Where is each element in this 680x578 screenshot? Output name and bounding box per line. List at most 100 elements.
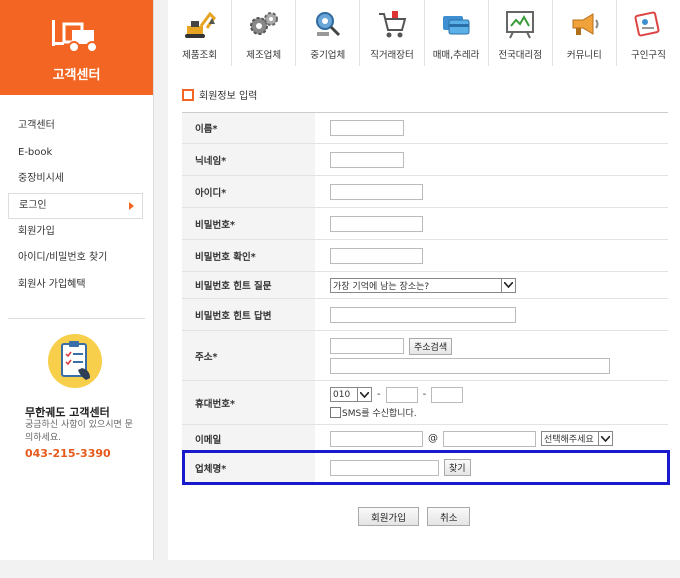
label-password-confirm: 비밀번호 확인* xyxy=(182,240,315,271)
hint-question-select[interactable]: 가장 기억에 남는 장소는? xyxy=(330,277,516,293)
sidebar-item-login[interactable]: 로그인 xyxy=(8,192,143,219)
section-title-text: 회원정보 입력 xyxy=(199,91,258,102)
nav-label: 직거래장터 xyxy=(370,50,414,61)
cs-title: 무한궤도 고객센터 xyxy=(25,406,110,419)
cart-icon xyxy=(378,11,407,38)
nickname-input[interactable] xyxy=(330,151,404,168)
cards-icon xyxy=(443,16,470,35)
label-email: 이메일 xyxy=(182,425,315,452)
at-symbol: @ xyxy=(428,433,438,444)
nav-item-jobs[interactable]: 구인구직 xyxy=(615,0,680,66)
mobile-prefix-selected: 010 xyxy=(333,389,351,400)
row-hint-answer: 비밀번호 힌트 답변 xyxy=(182,299,668,331)
id-card-icon xyxy=(634,11,660,37)
main-content: 회원정보 입력 이름* 닉네임* 아이디* 비밀번호* 비밀번호 확인* 비밀번… xyxy=(168,66,680,560)
name-input[interactable] xyxy=(330,120,404,136)
nav-label: 커뮤니티 xyxy=(566,50,602,61)
sidebar: 고객센터 고객센터 E-book 중장비시세 로그인 회원가입 아이디/비밀번호… xyxy=(0,0,154,560)
email-domain-input[interactable] xyxy=(443,430,536,447)
row-name: 이름* xyxy=(182,113,668,144)
sidebar-divider xyxy=(8,318,145,319)
label-hint-answer: 비밀번호 힌트 답변 xyxy=(182,299,315,330)
email-local-input[interactable] xyxy=(330,430,423,447)
chevron-down-icon xyxy=(598,432,612,445)
signup-form: 이름* 닉네임* 아이디* 비밀번호* 비밀번호 확인* 비밀번호 힌트 질문 … xyxy=(182,112,668,483)
row-mobile: 휴대번호* 010 - - SMS를 수신합니다. xyxy=(182,381,668,425)
sms-label: SMS를 수신합니다. xyxy=(342,408,417,419)
nav-item-manufacturers[interactable]: 제조업체 xyxy=(231,0,295,66)
nav-item-equipment-companies[interactable]: 중기업체 xyxy=(295,0,359,66)
chevron-down-icon xyxy=(501,278,515,292)
sidebar-item-customer-center[interactable]: 고객센터 xyxy=(8,113,143,140)
megaphone-icon xyxy=(572,13,599,35)
clipboard-phone-icon xyxy=(48,334,102,388)
row-email: 이메일 @ 선택해주세요 xyxy=(182,425,668,453)
excavator-icon xyxy=(184,11,216,38)
brand-header[interactable]: 고객센터 xyxy=(0,0,153,95)
section-title: 회원정보 입력 xyxy=(182,87,257,102)
row-nickname: 닉네임* xyxy=(182,144,668,176)
label-userid: 아이디* xyxy=(182,176,315,207)
row-address: 주소* 주소검색 xyxy=(182,331,668,381)
sidebar-item-ebook[interactable]: E-book xyxy=(8,140,143,167)
hint-question-selected: 가장 기억에 남는 장소는? xyxy=(333,281,430,292)
sidebar-item-member-benefits[interactable]: 회원사 가입혜택 xyxy=(8,272,143,299)
chevron-down-icon xyxy=(357,388,371,401)
label-mobile: 휴대번호* xyxy=(182,381,315,424)
label-password: 비밀번호* xyxy=(182,208,315,239)
nav-item-dealers[interactable]: 전국대리점 xyxy=(487,0,552,66)
submit-button[interactable]: 회원가입 xyxy=(358,507,419,526)
row-password-confirm: 비밀번호 확인* xyxy=(182,240,668,272)
sidebar-item-label: 로그인 xyxy=(19,199,47,211)
cs-phone[interactable]: 043-215-3390 xyxy=(25,447,111,460)
company-field-highlight xyxy=(182,450,670,485)
label-address: 주소* xyxy=(182,331,315,380)
row-password: 비밀번호* xyxy=(182,208,668,240)
nav-item-direct-market[interactable]: 직거래장터 xyxy=(359,0,423,66)
gear-search-icon xyxy=(315,12,340,37)
cs-description: 궁금하신 사항이 있으시면 문의하세요. xyxy=(25,420,133,443)
nav-item-products[interactable]: 제품조회 xyxy=(168,0,231,66)
gears-icon xyxy=(249,12,278,35)
email-domain-selected: 선택해주세요 xyxy=(544,435,594,445)
top-nav: 제품조회 제조업체 중기업체 직거래장터 매매,추레라 전국대리점 커뮤니티 구… xyxy=(168,0,680,67)
zipcode-input[interactable] xyxy=(330,338,404,354)
address-input[interactable] xyxy=(330,357,610,374)
forklift-icon xyxy=(52,20,98,53)
nav-item-community[interactable]: 커뮤니티 xyxy=(551,0,616,66)
cancel-button[interactable]: 취소 xyxy=(426,507,471,526)
row-userid: 아이디* xyxy=(182,176,668,208)
sidebar-item-equipment-prices[interactable]: 중장비시세 xyxy=(8,166,143,193)
square-bullet-icon xyxy=(182,89,194,101)
nav-label: 매매,추레라 xyxy=(432,50,480,61)
mobile-last-input[interactable] xyxy=(431,386,464,403)
nav-label: 전국대리점 xyxy=(498,50,543,61)
form-actions: 회원가입 취소 xyxy=(358,507,471,526)
password-input[interactable] xyxy=(330,215,423,232)
nav-label: 제품조회 xyxy=(182,50,218,61)
mobile-prefix-select[interactable]: 010 xyxy=(330,387,372,402)
sidebar-item-find-account[interactable]: 아이디/비밀번호 찾기 xyxy=(8,245,143,272)
userid-input[interactable] xyxy=(330,183,423,200)
nav-label: 구인구직 xyxy=(630,50,666,61)
dash-separator: - xyxy=(377,389,381,400)
sidebar-item-signup[interactable]: 회원가입 xyxy=(8,219,143,246)
dash-separator: - xyxy=(422,389,427,400)
nav-item-trade-trailer[interactable]: 매매,추레라 xyxy=(423,0,488,66)
side-menu: 고객센터 E-book 중장비시세 로그인 회원가입 아이디/비밀번호 찾기 회… xyxy=(8,113,143,298)
mobile-middle-input[interactable] xyxy=(385,386,418,403)
password-confirm-input[interactable] xyxy=(330,247,423,264)
label-hint-question: 비밀번호 힌트 질문 xyxy=(182,272,315,298)
sms-checkbox[interactable] xyxy=(330,406,341,418)
label-nickname: 닉네임* xyxy=(182,144,315,175)
arrow-right-icon xyxy=(129,201,134,210)
email-domain-select[interactable]: 선택해주세요 xyxy=(541,431,613,446)
nav-label: 제조업체 xyxy=(246,50,282,61)
hint-answer-input[interactable] xyxy=(330,306,516,323)
sidebar-title: 고객센터 xyxy=(52,68,101,83)
label-name: 이름* xyxy=(182,113,315,143)
row-hint-question: 비밀번호 힌트 질문 가장 기억에 남는 장소는? xyxy=(182,272,668,299)
nav-label: 중기업체 xyxy=(310,50,346,61)
address-search-button[interactable]: 주소검색 xyxy=(409,337,453,355)
map-board-icon xyxy=(506,11,535,39)
